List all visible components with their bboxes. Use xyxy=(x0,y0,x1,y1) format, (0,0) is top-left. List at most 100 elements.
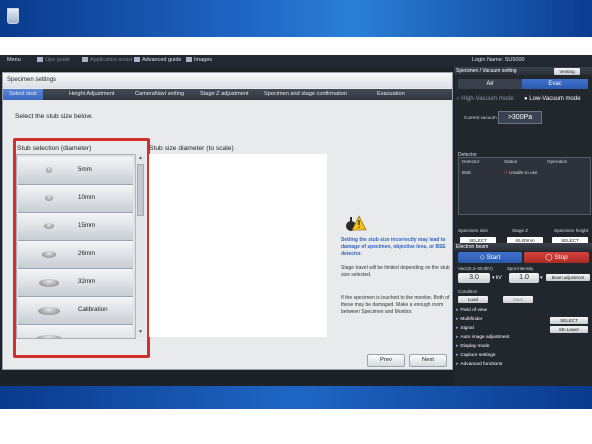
stub-26mm-icon xyxy=(42,251,56,258)
save-button[interactable]: Save xyxy=(503,296,533,303)
current-vacuum-label: Current vacuum xyxy=(464,115,497,120)
scroll-down-icon[interactable]: ▼ xyxy=(137,329,144,336)
monitor-contact-note: If the specimen is touched to the monito… xyxy=(341,295,450,315)
stub-32mm-icon xyxy=(39,279,59,287)
field-of-view-section[interactable]: ▸ Field of view xyxy=(456,307,590,315)
multifinder-select[interactable]: SELECT xyxy=(550,317,588,324)
prev-button[interactable]: Prev xyxy=(367,354,405,367)
evac-button[interactable]: Evac xyxy=(522,79,588,89)
spot-dropdown[interactable]: ▾ xyxy=(540,275,543,281)
stub-list[interactable]: 5mm 10mm 15mm 26mm 32mm Calibration xyxy=(16,154,136,339)
wizard-tabs: Select stub Height Adjustment CameraNavi… xyxy=(3,89,452,100)
menu-button[interactable]: Menu xyxy=(7,57,21,63)
stub-item-5mm[interactable]: 5mm xyxy=(18,157,133,185)
expand-icon: ▸ xyxy=(456,335,459,340)
stage-travel-note: Stage travel will be limited depending o… xyxy=(341,265,450,278)
dialog-title-bar: Specimen settings xyxy=(3,73,452,88)
detector-name: BSE xyxy=(462,170,472,175)
desktop-wallpaper-top xyxy=(0,0,592,37)
stub-item-partial[interactable] xyxy=(18,325,133,338)
beam-stop-button[interactable]: ◯ Stop xyxy=(524,252,589,263)
expand-icon: ▸ xyxy=(456,353,459,358)
advanced-guide-button[interactable]: Advanced guide xyxy=(134,57,181,63)
tab-stage-z-adjustment[interactable]: Stage Z adjustment xyxy=(200,89,249,100)
condition-label: Condition xyxy=(458,289,478,294)
menu-bar: Menu Ops guide Application assist Advanc… xyxy=(0,55,592,67)
login-label: Login Name: SU5000 xyxy=(472,57,525,63)
assist-icon xyxy=(82,57,88,63)
advanced-functions-section[interactable]: ▸ Advanced functions xyxy=(456,361,590,369)
guide-icon xyxy=(37,57,43,63)
recycle-bin-icon[interactable] xyxy=(7,8,19,24)
stub-label: Calibration xyxy=(78,306,108,313)
display-mode-section[interactable]: ▸ Display mode xyxy=(456,343,590,351)
expand-icon: ▸ xyxy=(456,344,459,349)
ops-guide-button[interactable]: Ops guide xyxy=(37,57,70,63)
stub-list-scrollbar[interactable]: ▲ ▼ xyxy=(135,154,145,337)
image-icon xyxy=(186,57,192,63)
auto-image-section[interactable]: ▸ Auto image adjustment xyxy=(456,334,590,342)
beam-adjustment-button[interactable]: Beam adjustment xyxy=(546,274,590,281)
vacc-label: Vacc(0.3~20.0kV) xyxy=(458,266,493,271)
detector-table: Detector Status Operation BSE ✕ Unable t… xyxy=(458,157,591,215)
bottom-margin xyxy=(0,409,592,444)
low-vacuum-radio[interactable]: ● Low-Vacuum mode xyxy=(524,96,581,102)
application-assist-button[interactable]: Application assist xyxy=(82,57,133,63)
stub-10mm-icon xyxy=(45,195,53,201)
detector-status: ✕ Unable to use xyxy=(504,170,538,175)
instruction-text: Select the stub size below. xyxy=(15,113,93,120)
warning-icon xyxy=(346,215,367,231)
stub-selection-header: Stub selection (diameter) xyxy=(17,145,92,152)
tab-cameranavi-setting[interactable]: CameraNavi setting xyxy=(135,89,184,100)
high-vacuum-radio[interactable]: ○ High-Vacuum mode xyxy=(456,96,514,102)
tab-evacuation[interactable]: Evacuation xyxy=(377,89,405,100)
capture-settings-section[interactable]: ▸ Capture settings xyxy=(456,352,590,360)
stub-label: 10mm xyxy=(78,194,96,201)
stub-item-32mm[interactable]: 32mm xyxy=(18,269,133,297)
vacc-dropdown[interactable]: ▾ kV xyxy=(492,275,502,281)
control-panel: Specimen / Vacuum setting Venting Air Ev… xyxy=(454,67,592,386)
stub-label: 32mm xyxy=(78,278,96,285)
expand-icon: ▸ xyxy=(456,317,459,322)
spot-intensity-label: Spot intensity xyxy=(507,266,534,271)
expand-icon: ▸ xyxy=(456,362,459,367)
stub-item-10mm[interactable]: 10mm xyxy=(18,185,133,213)
air-button[interactable]: Air xyxy=(458,79,522,89)
stub-item-26mm[interactable]: 26mm xyxy=(18,241,133,269)
specimen-size-label: Specimen size xyxy=(458,228,488,233)
specimen-height-label: Specimen height xyxy=(554,228,589,233)
spot-intensity-value[interactable]: 1.0 xyxy=(509,273,539,283)
tab-specimen-stage-confirmation[interactable]: Specimen and stage confirmation xyxy=(264,89,347,100)
stub-item-15mm[interactable]: 15mm xyxy=(18,213,133,241)
stub-label: 5mm xyxy=(78,166,92,173)
stub-preview-panel xyxy=(149,154,327,337)
stub-5mm-icon xyxy=(46,167,52,173)
tab-select-stub[interactable]: Select stub xyxy=(3,89,43,100)
scroll-up-icon[interactable]: ▲ xyxy=(137,155,144,162)
error-x-icon: ✕ xyxy=(504,170,508,175)
electron-beam-header: Electron beam xyxy=(454,243,592,251)
scroll-thumb[interactable] xyxy=(137,164,144,216)
stub-15mm-icon xyxy=(44,223,54,229)
warning-text: Setting the stub size incorrectly may le… xyxy=(341,237,446,257)
expand-icon: ▸ xyxy=(456,326,459,331)
signal-select[interactable]: SE-Lower xyxy=(550,326,588,333)
load-button[interactable]: Load xyxy=(458,296,488,303)
vacc-value[interactable]: 3.0 xyxy=(458,273,490,283)
preview-header: Stub size diameter (to scale) xyxy=(149,145,234,152)
col-detector: Detector xyxy=(462,159,480,164)
stub-label: 26mm xyxy=(78,250,96,257)
current-vacuum-value: >300Pa xyxy=(498,111,542,124)
col-operation: Operation xyxy=(547,159,568,164)
beam-start-button[interactable]: ◇ Start xyxy=(458,252,522,263)
venting-button[interactable]: Venting xyxy=(554,68,580,75)
tab-height-adjustment[interactable]: Height Adjustment xyxy=(69,89,114,100)
stop-icon: ◯ xyxy=(545,254,555,261)
images-button[interactable]: Images xyxy=(186,57,212,63)
stage-z-label: Stage Z xyxy=(512,228,529,233)
book-icon xyxy=(134,57,140,63)
stub-calibration-icon xyxy=(38,307,60,315)
stub-item-calibration[interactable]: Calibration xyxy=(18,297,133,325)
next-button[interactable]: Next xyxy=(409,354,447,367)
screenshot: Menu Ops guide Application assist Advanc… xyxy=(0,0,592,444)
